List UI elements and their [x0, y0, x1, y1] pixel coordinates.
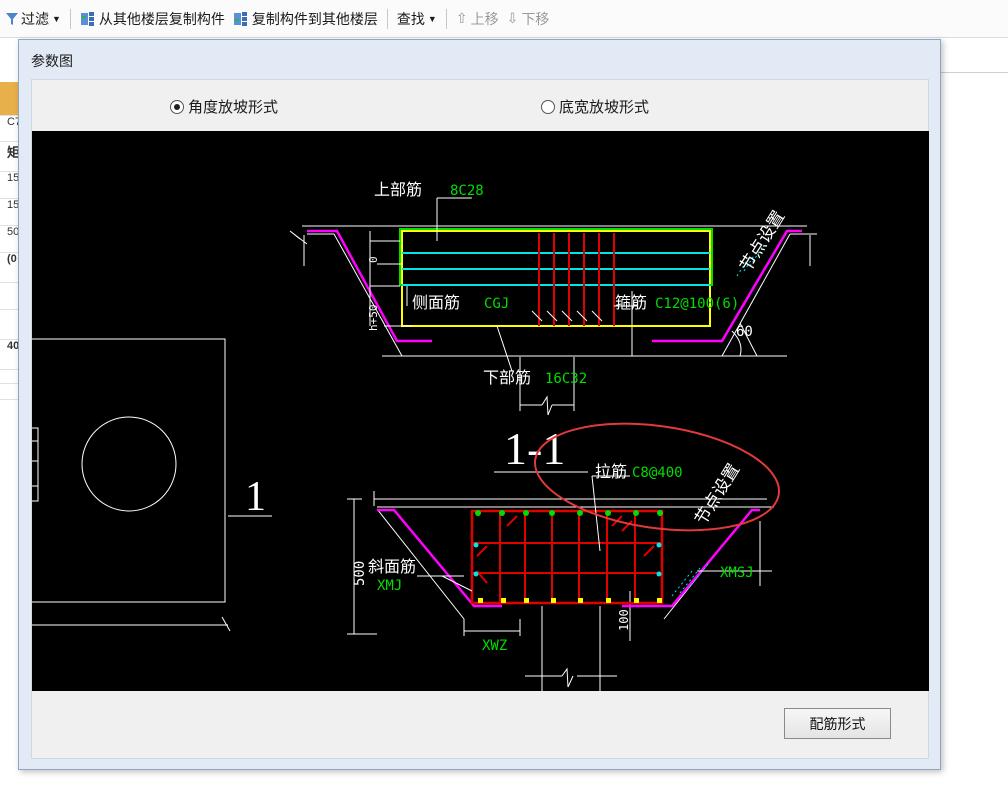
- filter-icon: [6, 12, 18, 26]
- copy-to-floor-icon: [233, 11, 249, 27]
- radio-angle-label: 角度放坡形式: [188, 99, 279, 116]
- cad-drawing: 上部筋 8C28 侧面筋 CGJ 箍筋 C12@100(6) 下部筋 16C32…: [32, 181, 817, 691]
- side-rebar-value: CGJ: [484, 296, 509, 312]
- dim-h-plus-50: h+50: [367, 305, 380, 332]
- filter-button[interactable]: 过滤 ▼: [2, 6, 65, 32]
- arrow-down-icon: ⇩: [506, 10, 519, 26]
- stirrup-value: C12@100(6): [655, 296, 739, 312]
- top-rebar-value: 8C28: [450, 183, 484, 199]
- xwz-label: XWZ: [482, 638, 507, 654]
- angle-value: 60: [736, 324, 753, 340]
- radio-angle-slope[interactable]: 角度放坡形式: [170, 96, 278, 117]
- dim-zero: 0: [367, 256, 380, 263]
- slope-rebar-value: XMJ: [377, 578, 402, 594]
- copy-from-label: 从其他楼层复制构件: [98, 10, 225, 27]
- find-button[interactable]: 查找 ▼: [393, 6, 441, 32]
- chevron-down-icon: ▼: [52, 13, 61, 24]
- underlying-panel-line: [941, 72, 1008, 73]
- tie-rebar-label: 拉筋: [595, 463, 627, 481]
- arrow-up-icon: ⇧: [455, 10, 468, 26]
- slope-rebar-label: 斜面筋: [368, 558, 416, 576]
- toolbar: 过滤 ▼ 从其他楼层复制构件 复制构件到其他楼层 查找 ▼ ⇧ 上移 ⇩ 下移: [0, 0, 1008, 38]
- toolbar-divider: [69, 8, 71, 29]
- radio-selected-icon[interactable]: [170, 99, 184, 114]
- dim-500: 500: [352, 561, 368, 586]
- find-label: 查找: [396, 10, 425, 27]
- move-up-label: 上移: [470, 10, 499, 27]
- radio-unselected-icon[interactable]: [541, 99, 555, 114]
- toolbar-divider: [386, 8, 388, 29]
- plan-section-marker: 1: [245, 474, 266, 520]
- parameter-diagram-dialog: 参数图 角度放坡形式 底宽放坡形式 上部筋 8C28 侧面筋 CGJ 箍筋 C1…: [18, 39, 941, 770]
- radio-width-label: 底宽放坡形式: [559, 99, 650, 116]
- move-down-label: 下移: [521, 10, 550, 27]
- parameter-drawing-canvas: 上部筋 8C28 侧面筋 CGJ 箍筋 C12@100(6) 下部筋 16C32…: [32, 131, 929, 691]
- lower-section: [347, 422, 781, 691]
- move-down-button[interactable]: ⇩ 下移: [503, 6, 554, 32]
- dim-100: 100: [617, 609, 631, 631]
- radio-width-slope[interactable]: 底宽放坡形式: [541, 96, 649, 117]
- stirrup-label: 箍筋: [615, 294, 647, 312]
- copy-to-label: 复制构件到其他楼层: [251, 10, 378, 27]
- plan-view: [32, 338, 272, 632]
- bottom-rebar-value: 16C32: [545, 371, 587, 387]
- xmsj-label: XMSJ: [720, 565, 754, 581]
- toolbar-divider: [445, 8, 447, 29]
- copy-from-floor-icon: [80, 11, 96, 27]
- dialog-content: 角度放坡形式 底宽放坡形式 上部筋 8C28 侧面筋 CGJ 箍筋 C12@10…: [31, 79, 929, 759]
- dialog-title: 参数图: [31, 53, 73, 69]
- chevron-down-icon: ▼: [427, 13, 437, 24]
- rebar-config-button[interactable]: 配筋形式: [784, 708, 891, 739]
- move-up-button[interactable]: ⇧ 上移: [452, 6, 503, 32]
- slope-mode-radio-group: 角度放坡形式 底宽放坡形式: [32, 80, 928, 131]
- copy-to-other-floor-button[interactable]: 复制构件到其他楼层: [229, 6, 382, 32]
- copy-from-other-floor-button[interactable]: 从其他楼层复制构件: [76, 6, 229, 32]
- bottom-rebar-label: 下部筋: [483, 369, 531, 387]
- side-rebar-label: 侧面筋: [412, 294, 460, 312]
- top-rebar-label: 上部筋: [374, 181, 422, 199]
- tie-rebar-value: C8@400: [632, 465, 683, 481]
- node-setting-label-lower: 节点设置: [691, 460, 743, 528]
- filter-label: 过滤: [21, 10, 49, 27]
